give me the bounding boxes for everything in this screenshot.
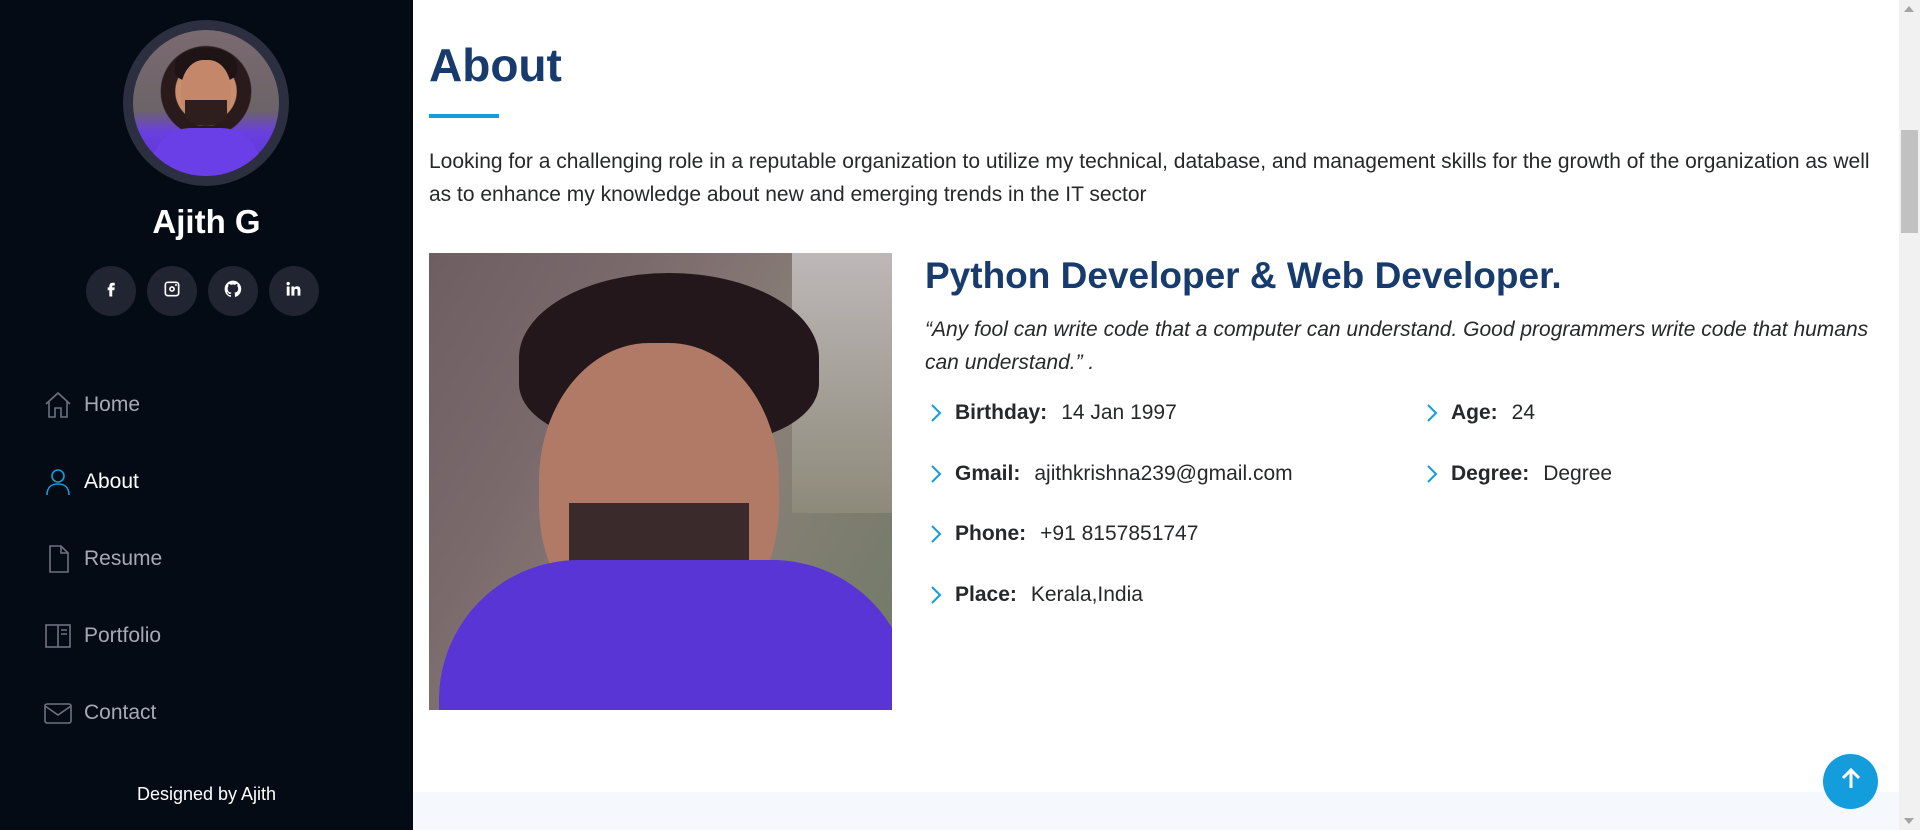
file-icon (42, 543, 74, 575)
profile-photo (429, 253, 892, 710)
chevron-right-icon (925, 402, 947, 424)
fact-label: Degree: (1451, 462, 1530, 485)
nav-label-contact: Contact (84, 700, 157, 724)
nav-label-resume: Resume (84, 546, 163, 570)
nav-item-home[interactable]: Home (42, 366, 162, 443)
nav-item-resume[interactable]: Resume (42, 520, 162, 597)
scroll-down-arrow[interactable] (1904, 818, 1914, 824)
linkedin-icon (284, 279, 304, 304)
fact-label: Gmail: (955, 462, 1021, 485)
fact-value: 24 (1511, 401, 1536, 424)
github-icon (223, 279, 243, 304)
envelope-icon (42, 697, 74, 729)
book-icon (42, 620, 74, 652)
chevron-right-icon (925, 584, 947, 606)
fact-value: +91 8157851747 (1040, 522, 1199, 545)
nav-label-home: Home (84, 392, 141, 416)
fact-gmail: Gmail: ajithkrishna239@gmail.com (925, 462, 1293, 486)
github-link[interactable] (208, 266, 258, 316)
nav-item-portfolio[interactable]: Portfolio (42, 597, 162, 674)
scroll-up-arrow[interactable] (1904, 6, 1914, 12)
chevron-right-icon (925, 463, 947, 485)
fact-birthday: Birthday: 14 Jan 1997 (925, 401, 1177, 425)
profile-name: Ajith G (152, 203, 261, 240)
profile-avatar-frame (123, 20, 289, 186)
chevron-right-icon (1421, 463, 1443, 485)
fact-label: Age: (1451, 401, 1498, 424)
intro-text: Looking for a challenging role in a repu… (429, 150, 1870, 206)
fact-label: Birthday: (955, 401, 1048, 424)
fact-value: ajithkrishna239@gmail.com (1034, 462, 1293, 485)
fact-value: Kerala,India (1030, 583, 1143, 606)
fact-phone: Phone: +91 8157851747 (925, 522, 1198, 546)
instagram-icon (162, 279, 182, 304)
fact-age: Age: 24 (1421, 401, 1535, 425)
linkedin-link[interactable] (269, 266, 319, 316)
next-section-band (413, 792, 1899, 830)
facts-list: Birthday: 14 Jan 1997 Gmail: ajithkrishn… (925, 401, 1885, 641)
about-section: About Looking for a challenging role in … (413, 0, 1899, 830)
nav-label-about: About (84, 469, 139, 493)
scrollbar[interactable] (1899, 0, 1920, 830)
arrow-up-icon (1838, 766, 1864, 797)
social-links (86, 266, 319, 316)
facebook-link[interactable] (86, 266, 136, 316)
fact-label: Place: (955, 583, 1017, 606)
avatar (133, 30, 279, 176)
fact-degree: Degree: Degree (1421, 462, 1612, 486)
chevron-right-icon (1421, 402, 1443, 424)
sidebar: Ajith G Home About Resume Portfolio Cont… (0, 0, 413, 830)
fact-label: Phone: (955, 522, 1027, 545)
quote-text: “Any fool can write code that a computer… (925, 318, 1869, 374)
nav-item-about[interactable]: About (42, 443, 162, 520)
sidebar-nav: Home About Resume Portfolio Contact (42, 366, 162, 751)
title-underline (429, 114, 499, 118)
footer-credit: Designed by Ajith (136, 784, 277, 804)
fact-place: Place: Kerala,India (925, 583, 1143, 607)
role-title: Python Developer & Web Developer. (925, 255, 1562, 296)
about-details: Python Developer & Web Developer. “Any f… (925, 253, 1885, 641)
nav-item-contact[interactable]: Contact (42, 674, 162, 751)
instagram-link[interactable] (147, 266, 197, 316)
nav-label-portfolio: Portfolio (84, 623, 162, 647)
home-icon (42, 389, 74, 421)
back-to-top-button[interactable] (1823, 754, 1878, 809)
user-icon (42, 466, 74, 498)
fact-value: 14 Jan 1997 (1061, 401, 1177, 424)
chevron-right-icon (925, 523, 947, 545)
section-title: About (429, 39, 562, 91)
fact-value: Degree (1543, 462, 1613, 485)
scrollbar-thumb[interactable] (1901, 130, 1918, 233)
facebook-icon (101, 279, 121, 304)
